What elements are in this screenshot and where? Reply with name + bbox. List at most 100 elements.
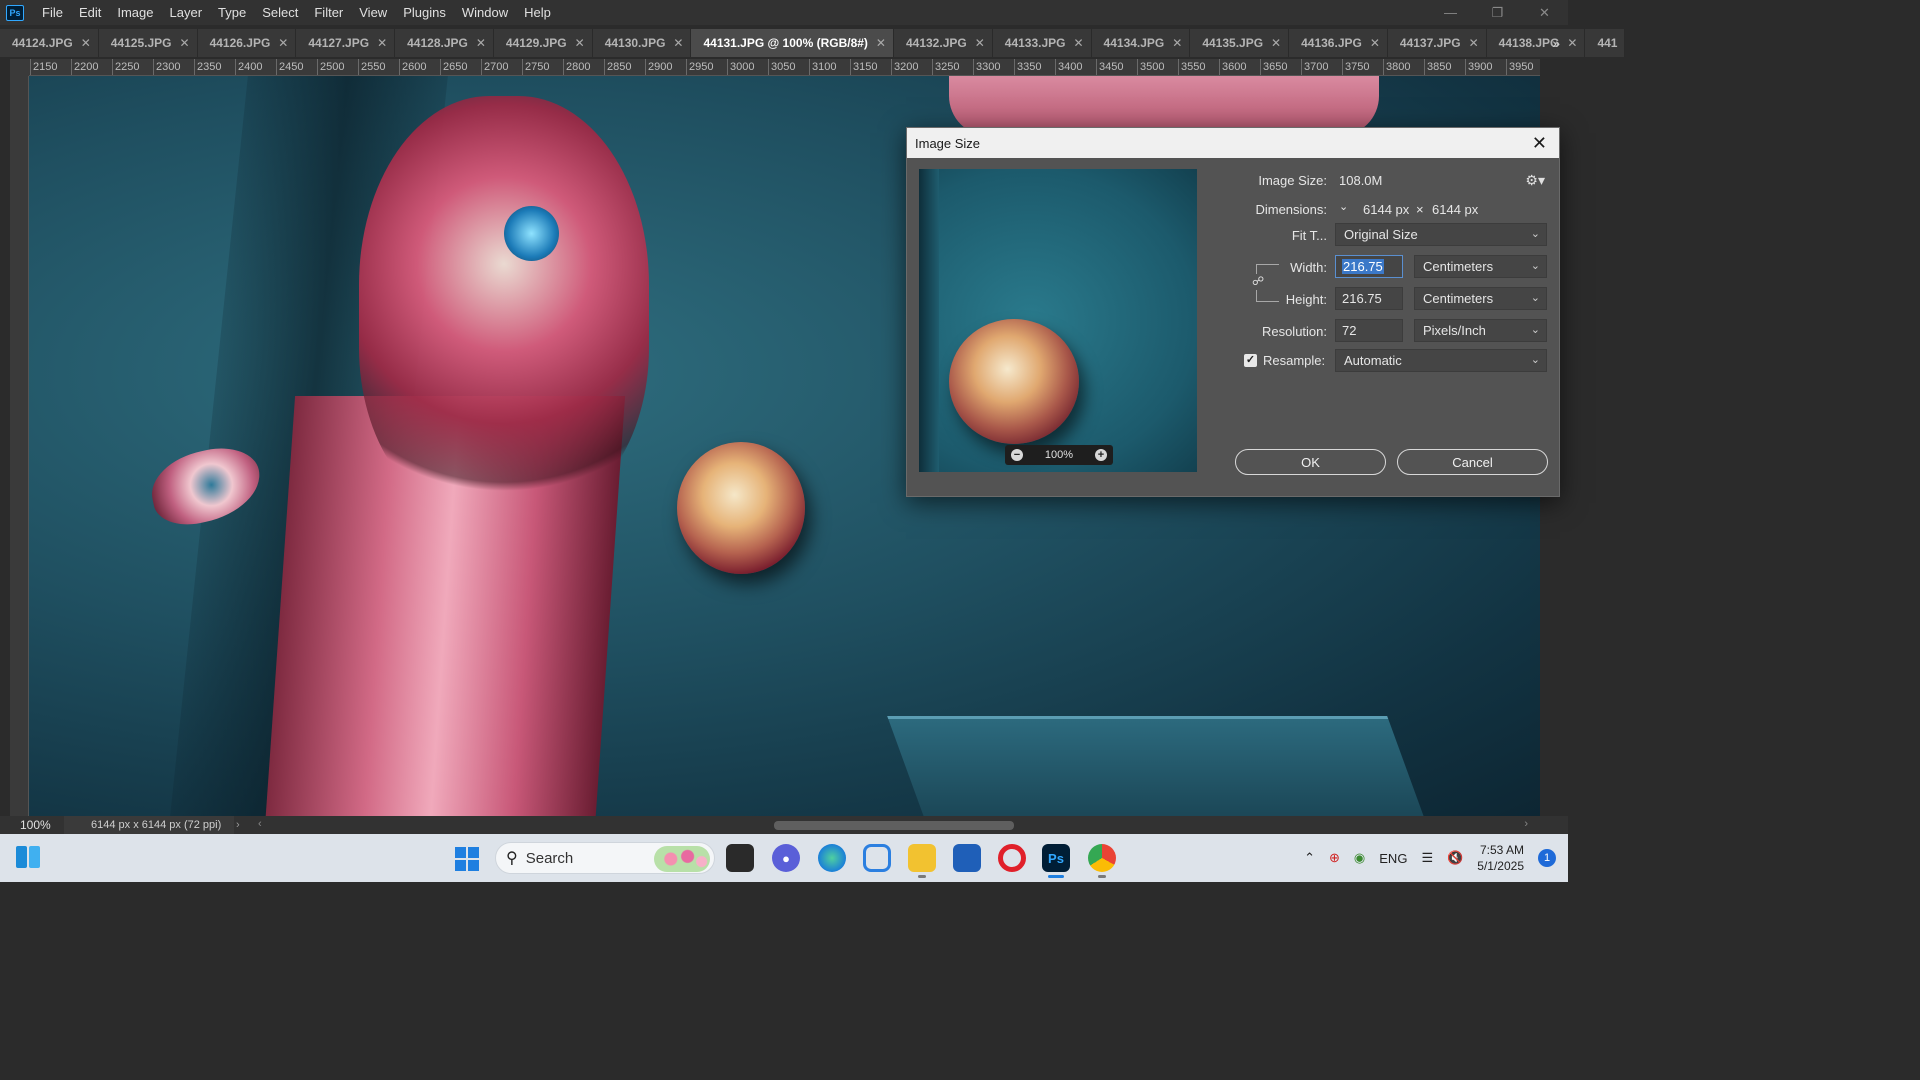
resample-checkbox[interactable]: ✓ <box>1244 354 1257 367</box>
vertical-ruler[interactable] <box>10 76 29 816</box>
width-input[interactable]: 216.75 <box>1335 255 1403 278</box>
tab-44126[interactable]: 44126.JPG ✕ <box>197 29 297 57</box>
tab-close-icon[interactable]: ✕ <box>278 36 288 50</box>
gear-icon[interactable]: ⚙▾ <box>1525 172 1545 189</box>
image-preview[interactable]: − 100% + <box>919 169 1197 472</box>
dialog-titlebar[interactable]: Image Size ✕ <box>907 128 1559 158</box>
minimize-icon[interactable]: — <box>1427 0 1474 25</box>
menu-plugins[interactable]: Plugins <box>395 0 454 25</box>
ruler-tick-mark <box>932 59 933 75</box>
tab-44124[interactable]: 44124.JPG ✕ <box>0 29 99 57</box>
chevron-up-icon[interactable]: ⌃ <box>1304 850 1315 866</box>
tab-close-icon[interactable]: ✕ <box>1073 36 1083 50</box>
tab-close-icon[interactable]: ✕ <box>1172 36 1182 50</box>
ruler-origin[interactable] <box>10 59 29 76</box>
chevron-right-icon[interactable]: › <box>236 819 254 831</box>
ruler-tick-label: 3450 <box>1099 61 1124 73</box>
resample-dropdown[interactable]: Automatic ⌄ <box>1335 349 1547 372</box>
menu-layer[interactable]: Layer <box>162 0 211 25</box>
menu-view[interactable]: View <box>351 0 395 25</box>
zoom-out-icon[interactable]: − <box>1011 449 1023 461</box>
height-input[interactable]: 216.75 <box>1335 287 1403 310</box>
menu-help[interactable]: Help <box>516 0 559 25</box>
resolution-input[interactable]: 72 <box>1335 319 1403 342</box>
menu-edit[interactable]: Edit <box>71 0 109 25</box>
microsoft-store-icon[interactable] <box>953 844 981 872</box>
fit-to-dropdown[interactable]: Original Size ⌄ <box>1335 223 1547 246</box>
scrollbar-thumb[interactable] <box>774 821 1014 830</box>
tab-441-truncated[interactable]: 441 <box>1585 29 1626 57</box>
tab-close-icon[interactable]: ✕ <box>1567 36 1577 50</box>
resolution-unit-dropdown[interactable]: Pixels/Inch ⌄ <box>1414 319 1547 342</box>
tab-44134[interactable]: 44134.JPG ✕ <box>1091 29 1191 57</box>
tab-close-icon[interactable]: ✕ <box>876 36 886 50</box>
tab-44127[interactable]: 44127.JPG ✕ <box>296 29 396 57</box>
tab-44132[interactable]: 44132.JPG ✕ <box>893 29 993 57</box>
tab-44130[interactable]: 44130.JPG ✕ <box>592 29 692 57</box>
height-unit-dropdown[interactable]: Centimeters ⌄ <box>1414 287 1547 310</box>
notification-badge[interactable]: 1 <box>1538 849 1556 867</box>
ruler-tick-mark <box>481 59 482 75</box>
clock[interactable]: 7:53 AM 5/1/2025 <box>1477 842 1524 874</box>
start-icon[interactable] <box>455 847 479 871</box>
close-icon[interactable]: ✕ <box>1521 0 1568 25</box>
language-indicator[interactable]: ENG <box>1379 851 1407 866</box>
menu-window[interactable]: Window <box>454 0 516 25</box>
tab-close-icon[interactable]: ✕ <box>377 36 387 50</box>
chrome-icon[interactable] <box>1088 844 1116 878</box>
widgets-icon[interactable] <box>16 846 42 870</box>
tab-close-icon[interactable]: ✕ <box>1469 36 1479 50</box>
tab-close-icon[interactable]: ✕ <box>673 36 683 50</box>
ruler-tick-mark <box>1424 59 1425 75</box>
tab-close-icon[interactable]: ✕ <box>975 36 985 50</box>
tab-close-icon[interactable]: ✕ <box>81 36 91 50</box>
tab-44136[interactable]: 44136.JPG ✕ <box>1289 29 1388 57</box>
tab-44125[interactable]: 44125.JPG ✕ <box>98 29 198 57</box>
tab-close-icon[interactable]: ✕ <box>1271 36 1281 50</box>
ruler-tick-mark <box>768 59 769 75</box>
tab-44131-active[interactable]: 44131.JPG @ 100% (RGB/8#) ✕ <box>691 29 894 57</box>
scroll-left-icon[interactable]: ‹ <box>258 818 262 830</box>
tab-44129[interactable]: 44129.JPG ✕ <box>493 29 593 57</box>
tab-overflow-icon[interactable]: » <box>1552 29 1560 57</box>
cancel-button[interactable]: Cancel <box>1397 449 1548 475</box>
menu-file[interactable]: File <box>34 0 71 25</box>
menu-select[interactable]: Select <box>254 0 306 25</box>
taskbar-search[interactable]: ⚲ Search <box>495 842 715 874</box>
globe-icon[interactable]: ◉ <box>1354 850 1365 866</box>
link-icon[interactable]: ☍ <box>1252 274 1264 290</box>
tab-close-icon[interactable]: ✕ <box>1370 36 1380 50</box>
vpn-icon[interactable]: ⊕ <box>1329 850 1340 866</box>
width-unit-dropdown[interactable]: Centimeters ⌄ <box>1414 255 1547 278</box>
tab-44128[interactable]: 44128.JPG ✕ <box>395 29 494 57</box>
horizontal-ruler[interactable]: 2150 2200 2250 2300 2350 2400 2450 2500 2550 2600… <box>29 59 1540 76</box>
menu-filter[interactable]: Filter <box>306 0 351 25</box>
zoom-level[interactable]: 100% <box>0 818 60 832</box>
file-explorer-icon[interactable] <box>908 844 936 878</box>
edge-icon[interactable] <box>818 844 846 872</box>
teams-icon[interactable]: ● <box>772 844 800 872</box>
tab-close-icon[interactable]: ✕ <box>180 36 190 50</box>
volume-muted-icon[interactable]: 🔇 <box>1447 850 1463 866</box>
menu-type[interactable]: Type <box>210 0 254 25</box>
photos-lens-icon[interactable] <box>863 844 891 872</box>
width-label: Width: <box>1290 260 1327 275</box>
zoom-in-icon[interactable]: + <box>1094 449 1107 461</box>
menu-image[interactable]: Image <box>109 0 161 25</box>
tab-close-icon[interactable]: ✕ <box>476 36 486 50</box>
task-view-icon[interactable] <box>726 844 754 872</box>
ok-button[interactable]: OK <box>1235 449 1386 475</box>
tab-close-icon[interactable]: ✕ <box>575 36 585 50</box>
close-icon[interactable]: ✕ <box>1532 133 1547 154</box>
tab-44133[interactable]: 44133.JPG ✕ <box>992 29 1092 57</box>
wifi-icon[interactable]: ☰ <box>1421 850 1433 866</box>
tab-44137[interactable]: 44137.JPG ✕ <box>1387 29 1487 57</box>
scroll-right-icon[interactable]: › <box>1524 818 1528 830</box>
horizontal-scrollbar[interactable]: ‹ › <box>258 818 1528 832</box>
tab-44138[interactable]: 44138.JPG ✕ <box>1486 29 1586 57</box>
photoshop-taskbar-icon[interactable]: Ps <box>1042 844 1070 878</box>
tab-44135[interactable]: 44135.JPG ✕ <box>1190 29 1290 57</box>
restore-icon[interactable]: ❐ <box>1474 0 1521 25</box>
chevron-down-icon[interactable]: ⌄ <box>1339 200 1348 213</box>
opera-icon[interactable] <box>998 844 1026 872</box>
